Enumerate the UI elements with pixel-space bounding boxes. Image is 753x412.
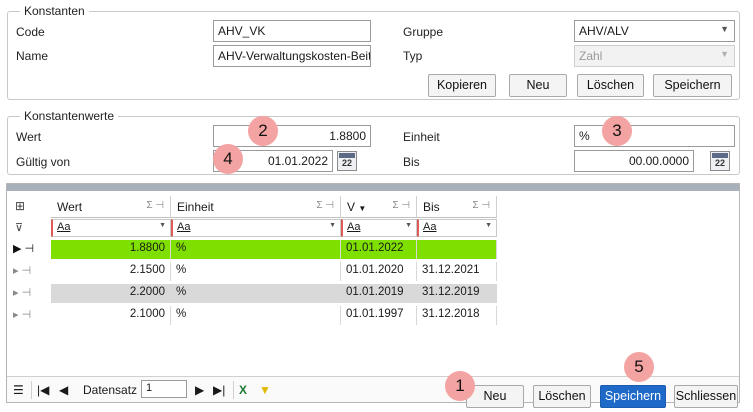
name-label: Name — [16, 49, 49, 63]
wert-label: Wert — [16, 130, 42, 144]
calendar-icon[interactable]: 22 — [710, 151, 730, 171]
cell-einheit: % — [171, 284, 341, 303]
chevron-down-icon: ▼ — [720, 49, 729, 59]
next-record-icon[interactable]: ▶ — [195, 383, 204, 397]
typ-value: Zahl — [579, 49, 603, 63]
cell-von: 01.01.2020 — [341, 262, 417, 281]
einheit-label: Einheit — [403, 130, 440, 144]
first-record-icon[interactable]: |◀ — [37, 383, 49, 397]
cell-einheit: % — [171, 306, 341, 325]
konstantenwerte-title: Konstantenwerte — [20, 109, 119, 123]
annotation-badge-2: 2 — [248, 116, 278, 146]
einheit-field[interactable]: % — [574, 125, 735, 147]
filter-icon[interactable]: ⊽ — [15, 221, 23, 234]
filter-einheit[interactable]: Aa ▼ — [171, 219, 341, 237]
current-row-icon: ▶ ⊣ — [13, 243, 35, 255]
column-header-bis[interactable]: Bis Σ ⊣ — [417, 196, 497, 218]
cell-bis: 31.12.2019 — [417, 284, 497, 303]
table-row[interactable]: ▸ ⊣ 2.2000 % 01.01.2019 31.12.2019 — [7, 283, 739, 304]
cell-wert: 1.8800 — [51, 240, 171, 259]
excel-export-icon[interactable]: X — [239, 383, 247, 397]
annotation-badge-4: 4 — [213, 144, 243, 174]
filter-funnel-icon[interactable]: ▼ — [259, 383, 271, 397]
loeschen-button-top[interactable]: Löschen — [577, 74, 644, 97]
gruppe-dropdown[interactable]: AHV/ALV ▼ — [574, 20, 735, 42]
row-icon: ▸ ⊣ — [13, 309, 32, 321]
column-header-einheit[interactable]: Einheit Σ ⊣ — [171, 196, 341, 218]
schliessen-button[interactable]: Schliessen — [674, 385, 738, 408]
filter-bis[interactable]: Aa ▼ — [417, 219, 497, 237]
speichern-button[interactable]: Speichern — [600, 385, 666, 408]
list-icon[interactable]: ☰ — [13, 383, 24, 397]
kopieren-button[interactable]: Kopieren — [428, 74, 496, 97]
cell-bis — [417, 240, 497, 259]
chevron-down-icon: ▼ — [720, 24, 729, 34]
calendar-icon[interactable]: 22 — [337, 151, 357, 171]
column-header-wert[interactable]: Wert Σ ⊣ — [51, 196, 171, 218]
row-icon: ▸ ⊣ — [13, 265, 32, 277]
cell-von: 01.01.2022 — [341, 240, 417, 259]
table-row[interactable]: ▶ ⊣ 1.8800 % 01.01.2022 — [7, 239, 739, 260]
konstanten-title: Konstanten — [20, 4, 89, 18]
gruppe-label: Gruppe — [403, 25, 444, 39]
column-header-von[interactable]: V ▼ Σ ⊣ — [341, 196, 417, 218]
speichern-button-top[interactable]: Speichern — [653, 74, 732, 97]
code-field[interactable]: AHV_VK — [213, 20, 371, 42]
cell-einheit: % — [171, 262, 341, 281]
cell-wert: 2.1500 — [51, 262, 171, 281]
grid-splitter[interactable] — [7, 184, 739, 191]
annotation-badge-3: 3 — [602, 116, 632, 146]
gruppe-value: AHV/ALV — [579, 24, 629, 38]
cell-einheit: % — [171, 240, 341, 259]
cell-von: 01.01.1997 — [341, 306, 417, 325]
filter-wert[interactable]: Aa ▼ — [51, 219, 171, 237]
row-icon: ▸ ⊣ — [13, 287, 32, 299]
bis-label: Bis — [403, 155, 420, 169]
annotation-badge-1: 1 — [445, 371, 475, 401]
record-number-field[interactable]: 1 — [141, 380, 187, 398]
gueltig-von-label: Gültig von — [16, 155, 71, 169]
table-row[interactable]: ▸ ⊣ 2.1000 % 01.01.1997 31.12.2018 — [7, 305, 739, 326]
neu-button-top[interactable]: Neu — [509, 74, 567, 97]
filter-von[interactable]: Aa ▼ — [341, 219, 417, 237]
previous-record-icon[interactable]: ◀ — [59, 383, 68, 397]
table-row[interactable]: ▸ ⊣ 2.1500 % 01.01.2020 31.12.2021 — [7, 261, 739, 282]
name-field[interactable]: AHV-Verwaltungskosten-Beit — [213, 45, 371, 67]
cell-von: 01.01.2019 — [341, 284, 417, 303]
datensatz-label: Datensatz — [83, 383, 138, 397]
cell-wert: 2.1000 — [51, 306, 171, 325]
cell-wert: 2.2000 — [51, 284, 171, 303]
cell-bis: 31.12.2018 — [417, 306, 497, 325]
code-label: Code — [16, 25, 45, 39]
bis-field[interactable]: 00.00.0000 — [574, 150, 694, 172]
typ-dropdown[interactable]: Zahl ▼ — [574, 45, 735, 67]
wert-field[interactable]: 1.8800 — [213, 125, 371, 147]
loeschen-button[interactable]: Löschen — [533, 385, 591, 408]
last-record-icon[interactable]: ▶| — [213, 383, 225, 397]
typ-label: Typ — [403, 49, 423, 63]
column-chooser-icon[interactable]: ⊞ — [15, 199, 25, 213]
cell-bis: 31.12.2021 — [417, 262, 497, 281]
annotation-badge-5: 5 — [624, 352, 654, 382]
